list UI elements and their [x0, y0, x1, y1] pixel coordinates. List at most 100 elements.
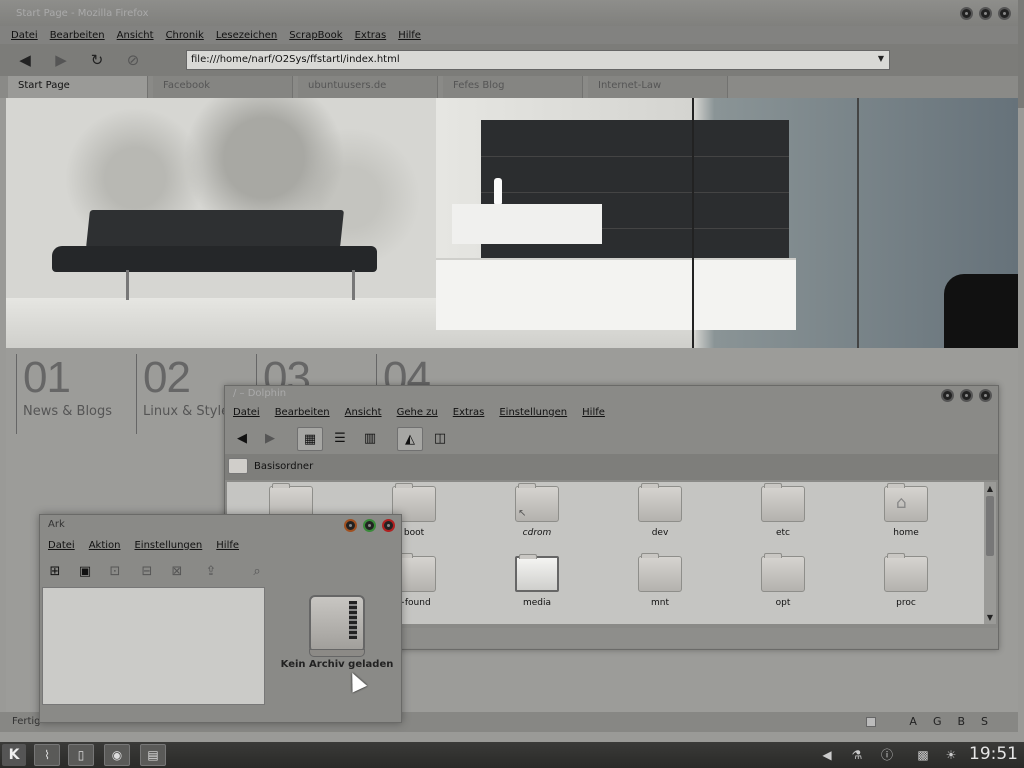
clock[interactable]: 19:51 [969, 744, 1018, 764]
stop-icon[interactable]: ⊘ [122, 50, 144, 70]
menu-ansicht[interactable]: Ansicht [345, 407, 382, 418]
menu-datei[interactable]: Datei [48, 540, 75, 551]
hero-image [6, 98, 1018, 348]
menu-datei[interactable]: Datei [11, 30, 38, 41]
folder-item-etc[interactable]: etc [733, 483, 833, 538]
extract-icon[interactable]: ⇪ [198, 560, 224, 584]
tab-fefes-blog[interactable]: Fefes Blog [443, 76, 583, 98]
status-letter-a[interactable]: A [909, 715, 917, 728]
maximize-icon[interactable] [363, 519, 376, 532]
preview-icon[interactable]: ⌕ [244, 560, 270, 584]
no-archive-message: Kein Archiv geladen [280, 659, 394, 670]
folder-item-proc[interactable]: proc [856, 553, 956, 608]
close-icon[interactable] [979, 389, 992, 402]
chevron-down-icon[interactable]: ▼ [878, 54, 884, 63]
maximize-icon[interactable] [960, 389, 973, 402]
tab-start-page[interactable]: Start Page [8, 76, 148, 98]
tab-ubuntuusers[interactable]: ubuntuusers.de [298, 76, 438, 98]
file-view-scrollbar[interactable]: ▲ ▼ [984, 482, 996, 624]
menu-einstellungen[interactable]: Einstellungen [499, 407, 567, 418]
scroll-down-icon[interactable]: ▼ [984, 613, 996, 622]
folder-item-home[interactable]: ⌂ home [856, 483, 956, 538]
network-icon[interactable]: ▩ [914, 746, 932, 764]
close-icon[interactable] [382, 519, 395, 532]
hero-shelf [452, 178, 602, 244]
location-bar[interactable]: Basisordner [225, 454, 998, 480]
forward-arrow-icon[interactable]: ▶ [257, 427, 283, 451]
reload-icon[interactable]: ↻ [86, 50, 108, 70]
task-window-2[interactable]: ▯ [68, 744, 94, 766]
info-icon[interactable]: ⓘ [878, 746, 896, 764]
menu-bearbeiten[interactable]: Bearbeiten [50, 30, 105, 41]
minimize-icon[interactable] [960, 7, 973, 20]
folder-item-cdrom[interactable]: ↖ cdrom [487, 483, 587, 538]
status-letter-b[interactable]: B [957, 715, 965, 728]
url-input[interactable]: file:///home/narf/O2Sys/ffstartl/index.h… [186, 50, 890, 70]
menu-bearbeiten[interactable]: Bearbeiten [275, 407, 330, 418]
split-icon[interactable]: ◫ [427, 427, 453, 451]
folder-item-dev[interactable]: dev [610, 483, 710, 538]
menu-aktion[interactable]: Aktion [89, 540, 121, 551]
open-archive-icon[interactable]: ▣ [72, 560, 98, 584]
section-01[interactable]: 01 News & Blogs [16, 354, 136, 434]
menu-hilfe[interactable]: Hilfe [216, 540, 239, 551]
menu-scrapbook[interactable]: ScrapBook [289, 30, 342, 41]
firefox-titlebar[interactable]: Start Page - Mozilla Firefox [0, 0, 1018, 26]
scrollbar-thumb[interactable] [986, 496, 994, 556]
tab-facebook[interactable]: Facebook [153, 76, 293, 98]
back-arrow-icon[interactable]: ◀ [229, 427, 255, 451]
new-archive-icon[interactable]: ⊞ [42, 560, 68, 584]
dolphin-toolbar: ◀ ▶ ▦ ☰ ▥ ◭ ◫ [225, 424, 998, 452]
minimize-icon[interactable] [344, 519, 357, 532]
page-scrollbar[interactable] [1018, 0, 1024, 108]
status-text: Fertig [12, 716, 41, 727]
notifications-icon[interactable]: ⚗ [848, 746, 866, 764]
archive-file-list[interactable] [42, 587, 265, 705]
add-file-icon[interactable]: ⊡ [102, 560, 128, 584]
task-window-1[interactable]: ⌇ [34, 744, 60, 766]
menu-chronik[interactable]: Chronik [166, 30, 204, 41]
delete-icon[interactable]: ⊠ [164, 560, 190, 584]
breadcrumb[interactable]: Basisordner [254, 461, 313, 472]
status-letter-g[interactable]: G [933, 715, 942, 728]
folder-item-opt[interactable]: opt [733, 553, 833, 608]
menu-datei[interactable]: Datei [233, 407, 260, 418]
tab-internet-law[interactable]: Internet-Law [588, 76, 728, 98]
minimize-icon[interactable] [941, 389, 954, 402]
folder-item-media[interactable]: media [487, 554, 587, 608]
back-arrow-icon[interactable]: ◀ [14, 50, 36, 70]
maximize-icon[interactable] [979, 7, 992, 20]
menu-hilfe[interactable]: Hilfe [398, 30, 421, 41]
symlink-icon: ↖ [518, 508, 527, 519]
menu-extras[interactable]: Extras [453, 407, 485, 418]
addon-status-icon[interactable] [866, 717, 876, 727]
weather-icon[interactable]: ☀ [942, 746, 960, 764]
menu-hilfe[interactable]: Hilfe [582, 407, 605, 418]
window-controls [344, 519, 395, 532]
hero-chair [944, 274, 1018, 348]
folder-icon [228, 458, 248, 474]
menu-extras[interactable]: Extras [355, 30, 387, 41]
forward-arrow-icon[interactable]: ▶ [50, 50, 72, 70]
hero-glass-frame-2 [857, 98, 859, 348]
kde-menu-button[interactable]: K [2, 744, 26, 766]
archive-base [309, 649, 365, 657]
menu-gehe-zu[interactable]: Gehe zu [397, 407, 438, 418]
ark-toolbar: ⊞ ▣ ⊡ ⊟ ⊠ ⇪ ⌕ [40, 557, 401, 583]
task-window-4[interactable]: ▤ [140, 744, 166, 766]
volume-icon[interactable]: ◀ [818, 746, 836, 764]
menu-ansicht[interactable]: Ansicht [117, 30, 154, 41]
status-letter-s[interactable]: S [981, 715, 988, 728]
task-window-3[interactable]: ◉ [104, 744, 130, 766]
close-icon[interactable] [998, 7, 1011, 20]
add-folder-icon[interactable]: ⊟ [134, 560, 160, 584]
scroll-up-icon[interactable]: ▲ [984, 484, 996, 493]
columns-view-icon[interactable]: ▥ [357, 427, 383, 451]
icons-view-icon[interactable]: ▦ [297, 427, 323, 451]
section-number: 01 [23, 353, 71, 402]
menu-einstellungen[interactable]: Einstellungen [134, 540, 202, 551]
menu-lesezeichen[interactable]: Lesezeichen [216, 30, 277, 41]
details-view-icon[interactable]: ☰ [327, 427, 353, 451]
preview-icon[interactable]: ◭ [397, 427, 423, 451]
folder-item-mnt[interactable]: mnt [610, 553, 710, 608]
